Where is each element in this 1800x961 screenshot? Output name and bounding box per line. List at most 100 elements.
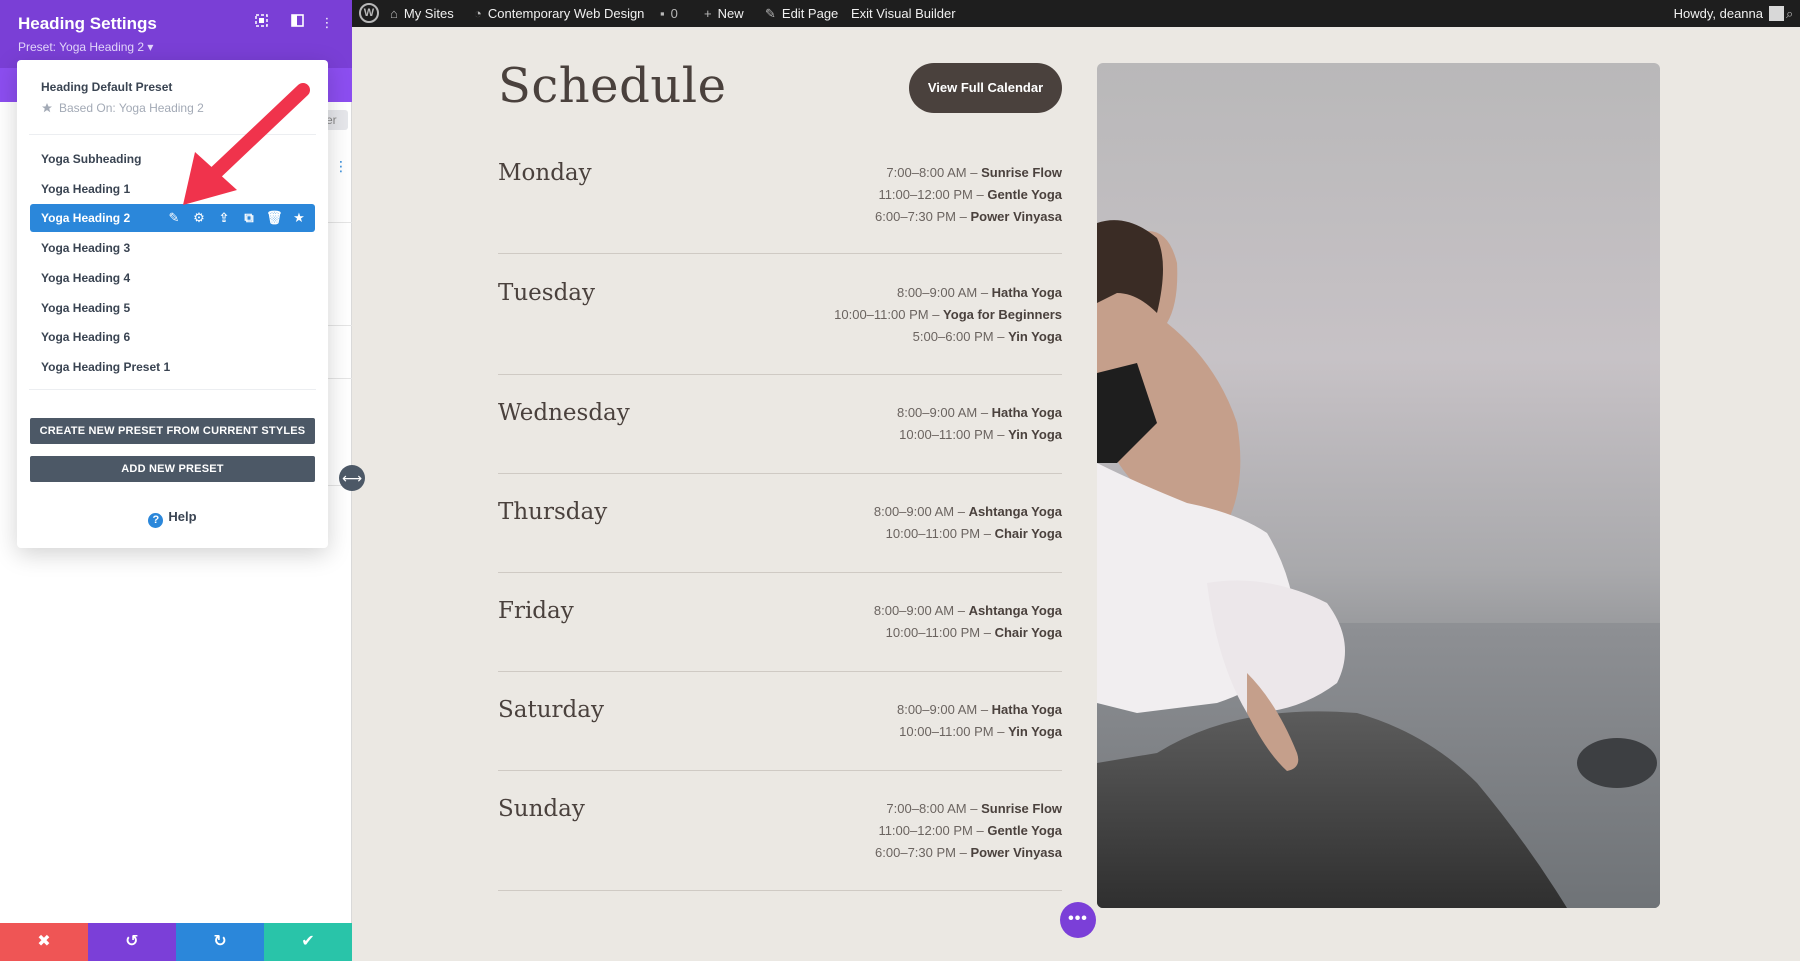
view-calendar-button[interactable]: View Full Calendar xyxy=(909,63,1062,113)
site-name-link[interactable]: ◔Contemporary Web Design xyxy=(474,0,644,27)
slot-time: 8:00–9:00 AM – xyxy=(897,405,992,420)
preset-item-yoga-heading-4[interactable]: Yoga Heading 4 xyxy=(30,264,315,292)
sidebar-layout-icon[interactable] xyxy=(288,14,306,32)
my-sites-label: My Sites xyxy=(404,6,454,21)
search-icon[interactable]: ⌕ xyxy=(1786,0,1800,27)
class-slots: 8:00–9:00 AM – Ashtanga Yoga10:00–11:00 … xyxy=(874,600,1062,644)
new-link[interactable]: +New xyxy=(704,0,744,27)
sites-icon: ⌂ xyxy=(390,0,398,27)
more-options-button[interactable]: ••• xyxy=(1060,902,1096,938)
day-name: Wednesday xyxy=(498,400,630,426)
divider xyxy=(29,389,316,390)
slot-time: 8:00–9:00 AM – xyxy=(897,285,992,300)
class-slot: 10:00–11:00 PM – Chair Yoga xyxy=(874,622,1062,644)
day-name: Tuesday xyxy=(498,280,595,306)
close-icon[interactable]: ✖ xyxy=(0,923,88,961)
kebab-icon[interactable]: ⋮ xyxy=(318,14,336,32)
day-divider xyxy=(498,770,1062,771)
slot-time: 8:00–9:00 AM – xyxy=(874,603,969,618)
slot-class-name: Yoga for Beginners xyxy=(943,307,1062,322)
class-slot: 8:00–9:00 AM – Ashtanga Yoga xyxy=(874,501,1062,523)
class-slot: 11:00–12:00 PM – Gentle Yoga xyxy=(875,184,1062,206)
panel-title: Heading Settings xyxy=(18,14,157,34)
preset-item-yoga-heading-3[interactable]: Yoga Heading 3 xyxy=(30,234,315,262)
my-sites-link[interactable]: ⌂ My Sites xyxy=(390,0,454,27)
slot-class-name: Gentle Yoga xyxy=(987,187,1062,202)
slot-time: 8:00–9:00 AM – xyxy=(874,504,969,519)
slot-class-name: Yin Yoga xyxy=(1008,427,1062,442)
comments-link[interactable]: ▪0 xyxy=(660,0,678,27)
edit-page-link[interactable]: ✎ Edit Page xyxy=(765,0,838,27)
undo-icon[interactable]: ↺ xyxy=(88,923,176,961)
pencil-icon: ✎ xyxy=(765,0,776,27)
edit-page-label: Edit Page xyxy=(782,6,838,21)
hero-photo xyxy=(1097,63,1660,908)
class-slot: 10:00–11:00 PM – Yin Yoga xyxy=(897,721,1062,743)
preset-item-yoga-heading-5[interactable]: Yoga Heading 5 xyxy=(30,294,315,322)
day-name: Thursday xyxy=(498,499,607,525)
slot-class-name: Power Vinyasa xyxy=(970,845,1062,860)
avatar xyxy=(1769,6,1784,21)
slot-time: 7:00–8:00 AM – xyxy=(886,165,981,180)
slot-class-name: Chair Yoga xyxy=(995,625,1062,640)
day-name: Monday xyxy=(498,160,592,186)
comment-icon: ▪ xyxy=(660,0,665,27)
slot-time: 11:00–12:00 PM – xyxy=(878,823,987,838)
help-link[interactable]: ?Help xyxy=(17,509,328,528)
slot-class-name: Yin Yoga xyxy=(1008,329,1062,344)
default-preset-label[interactable]: Heading Default Preset xyxy=(41,80,172,94)
slot-class-name: Gentle Yoga xyxy=(987,823,1062,838)
slot-class-name: Power Vinyasa xyxy=(970,209,1062,224)
preset-item-yoga-heading-6[interactable]: Yoga Heading 6 xyxy=(30,323,315,351)
slot-time: 8:00–9:00 AM – xyxy=(897,702,992,717)
class-slot: 7:00–8:00 AM – Sunrise Flow xyxy=(875,162,1062,184)
slot-time: 6:00–7:30 PM – xyxy=(875,845,970,860)
day-name: Sunday xyxy=(498,796,585,822)
slot-time: 5:00–6:00 PM – xyxy=(913,329,1008,344)
class-slot: 8:00–9:00 AM – Hatha Yoga xyxy=(834,282,1062,304)
preset-item-yoga-heading-preset-1[interactable]: Yoga Heading Preset 1 xyxy=(30,353,315,381)
create-preset-button[interactable]: CREATE NEW PRESET FROM CURRENT STYLES xyxy=(30,418,315,444)
class-slot: 10:00–11:00 PM – Chair Yoga xyxy=(874,523,1062,545)
class-slots: 8:00–9:00 AM – Hatha Yoga 10:00–11:00 PM … xyxy=(897,402,1062,446)
day-divider xyxy=(498,374,1062,375)
day-divider xyxy=(498,890,1062,891)
account-menu[interactable]: Howdy, deanna xyxy=(1674,0,1784,27)
exit-visual-builder-link[interactable]: Exit Visual Builder xyxy=(851,0,956,27)
redo-icon[interactable]: ↻ xyxy=(176,923,264,961)
slot-class-name: Hatha Yoga xyxy=(992,405,1062,420)
slot-class-name: Hatha Yoga xyxy=(992,285,1062,300)
day-divider xyxy=(498,253,1062,254)
add-preset-button[interactable]: ADD NEW PRESET xyxy=(30,456,315,482)
slot-time: 6:00–7:30 PM – xyxy=(875,209,970,224)
slot-time: 10:00–11:00 PM – xyxy=(834,307,943,322)
resize-handle-icon[interactable]: ⟷ xyxy=(339,465,365,491)
class-slots: 8:00–9:00 AM – Hatha Yoga10:00–11:00 PM … xyxy=(834,282,1062,348)
slot-class-name: Yin Yoga xyxy=(1008,724,1062,739)
slot-class-name: Ashtanga Yoga xyxy=(969,603,1062,618)
settings-panel: Heading Settings Preset: Yoga Heading 2 … xyxy=(0,0,352,961)
class-slots: 7:00–8:00 AM – Sunrise Flow11:00–12:00 P… xyxy=(875,798,1062,864)
class-slot: 7:00–8:00 AM – Sunrise Flow xyxy=(875,798,1062,820)
wordpress-logo-icon[interactable]: W xyxy=(359,3,379,23)
expand-icon[interactable] xyxy=(252,14,270,32)
howdy-label: Howdy, deanna xyxy=(1674,6,1763,21)
preset-selector[interactable]: Preset: Yoga Heading 2 ▾ xyxy=(18,40,153,54)
day-divider xyxy=(498,671,1062,672)
class-slot: 11:00–12:00 PM – Gentle Yoga xyxy=(875,820,1062,842)
class-slot: 8:00–9:00 AM – Ashtanga Yoga xyxy=(874,600,1062,622)
class-slot: 8:00–9:00 AM – Hatha Yoga xyxy=(897,402,1062,424)
check-icon[interactable]: ✔ xyxy=(264,923,352,961)
slot-time: 10:00–11:00 PM – xyxy=(899,427,1008,442)
day-name: Saturday xyxy=(498,697,604,723)
star-icon xyxy=(41,102,53,114)
class-slot: 8:00–9:00 AM – Hatha Yoga xyxy=(897,699,1062,721)
slot-class-name: Sunrise Flow xyxy=(981,801,1062,816)
slot-class-name: Sunrise Flow xyxy=(981,165,1062,180)
class-slot: 10:00–11:00 PM – Yoga for Beginners xyxy=(834,304,1062,326)
slot-time: 7:00–8:00 AM – xyxy=(886,801,981,816)
kebab-icon[interactable]: ⋮ xyxy=(334,158,348,175)
class-slot: 5:00–6:00 PM – Yin Yoga xyxy=(834,326,1062,348)
day-divider xyxy=(498,572,1062,573)
slot-class-name: Ashtanga Yoga xyxy=(969,504,1062,519)
